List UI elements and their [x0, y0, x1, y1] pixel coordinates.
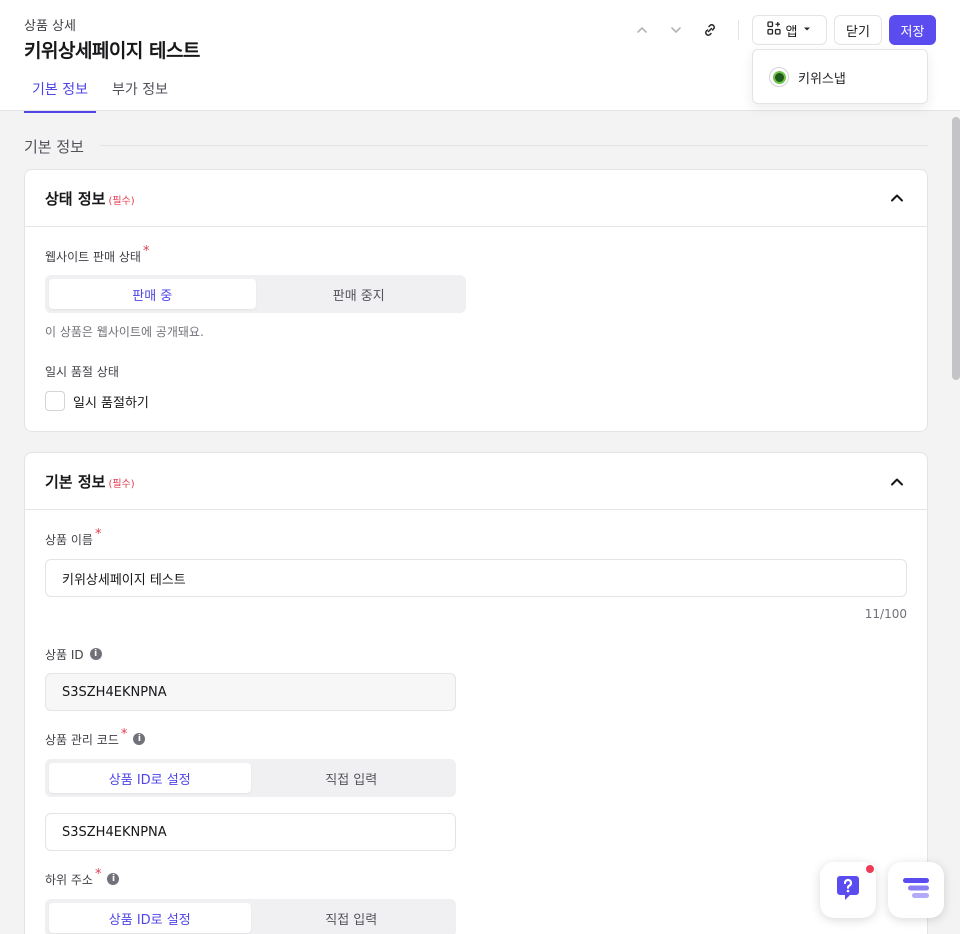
chevron-down-icon[interactable] [665, 19, 687, 41]
product-id-label: 상품 ID i [45, 646, 102, 663]
sub-address-toggle: 상품 ID로 설정 직접 입력 [45, 899, 456, 934]
soldout-checkbox-label[interactable]: 일시 품절하기 [73, 392, 149, 411]
option-on-sale[interactable]: 판매 중 [49, 279, 256, 309]
card-header[interactable]: 상태 정보 (필수) [25, 170, 927, 227]
soldout-label: 일시 품절 상태 [45, 365, 119, 379]
save-button[interactable]: 저장 [889, 15, 936, 45]
scrollbar-thumb[interactable] [952, 117, 960, 380]
tab-additional-info[interactable]: 부가 정보 [104, 68, 176, 113]
required-tag: (필수) [108, 196, 135, 207]
menu-lines-icon [901, 873, 931, 907]
section-divider [100, 145, 928, 146]
option-stop-sale[interactable]: 판매 중지 [256, 279, 463, 309]
link-icon[interactable] [699, 19, 721, 41]
dropdown-item-label: 키위스냅 [798, 71, 846, 87]
management-code-label: 상품 관리 코드 * i [45, 727, 146, 748]
sale-status-toggle: 판매 중 판매 중지 [45, 275, 466, 313]
required-star: * [94, 867, 102, 882]
basic-info-card: 기본 정보 (필수) 상품 이름 * 키위상세페이지 테스트 11/100 상품 I… [24, 452, 928, 934]
card-title: 상태 정보 (필수) [45, 190, 135, 208]
management-code-toggle: 상품 ID로 설정 직접 입력 [45, 759, 456, 797]
product-name-input[interactable]: 키위상세페이지 테스트 [45, 559, 907, 597]
option-use-product-id[interactable]: 상품 ID로 설정 [49, 903, 251, 933]
app-menu-button[interactable] [888, 862, 944, 918]
section-heading: 기본 정보 [24, 138, 84, 156]
collapse-chevron-icon[interactable] [889, 190, 905, 206]
dropdown-item-kiwisnap[interactable]: 키위스냅 [769, 67, 846, 87]
product-name-label: 상품 이름 * [45, 527, 102, 547]
required-tag: (필수) [108, 479, 135, 490]
close-button[interactable]: 닫기 [834, 15, 882, 45]
card-title: 기본 정보 (필수) [45, 473, 135, 491]
status-info-card: 상태 정보 (필수) 웹사이트 판매 상태 * 판매 중 판매 중지 이 상품은 웹… [24, 169, 928, 432]
apps-dropdown-menu: 키위스냅 [752, 49, 928, 104]
chevron-up-icon[interactable] [631, 19, 653, 41]
soldout-checkbox[interactable] [45, 391, 65, 411]
management-code-input[interactable]: S3SZH4EKNPNA [45, 813, 456, 851]
notification-dot [865, 864, 875, 874]
required-star: * [120, 727, 128, 742]
apps-grid-icon [766, 21, 781, 39]
char-counter: 11/100 [864, 607, 907, 621]
kiwisnap-logo-icon [769, 67, 789, 87]
collapse-chevron-icon[interactable] [889, 474, 905, 490]
toolbar-divider [738, 20, 739, 40]
question-chat-icon [833, 873, 863, 907]
tab-bar: 기본 정보 부가 정보 [24, 68, 184, 113]
apps-button[interactable]: 앱 [752, 15, 827, 45]
page-title: 키위상세페이지 테스트 [24, 40, 200, 62]
required-star: * [94, 527, 102, 542]
required-star: * [142, 244, 150, 259]
sale-status-label: 웹사이트 판매 상태 * [45, 244, 150, 264]
info-icon[interactable]: i [107, 873, 120, 885]
option-direct-input[interactable]: 직접 입력 [251, 763, 453, 793]
caret-down-icon [802, 23, 812, 38]
apps-button-label: 앱 [785, 24, 798, 40]
tab-basic-info[interactable]: 기본 정보 [24, 68, 96, 113]
product-id-field: S3SZH4EKNPNA [45, 673, 456, 711]
option-use-product-id[interactable]: 상품 ID로 설정 [49, 763, 251, 793]
info-icon[interactable]: i [89, 648, 102, 660]
sale-status-help: 이 상품은 웹사이트에 공개돼요. [45, 325, 204, 339]
info-icon[interactable]: i [133, 733, 146, 745]
sub-address-label: 하위 주소 * i [45, 867, 120, 888]
breadcrumb: 상품 상세 [24, 19, 76, 34]
card-header[interactable]: 기본 정보 (필수) [25, 453, 927, 510]
option-direct-input[interactable]: 직접 입력 [251, 903, 453, 933]
